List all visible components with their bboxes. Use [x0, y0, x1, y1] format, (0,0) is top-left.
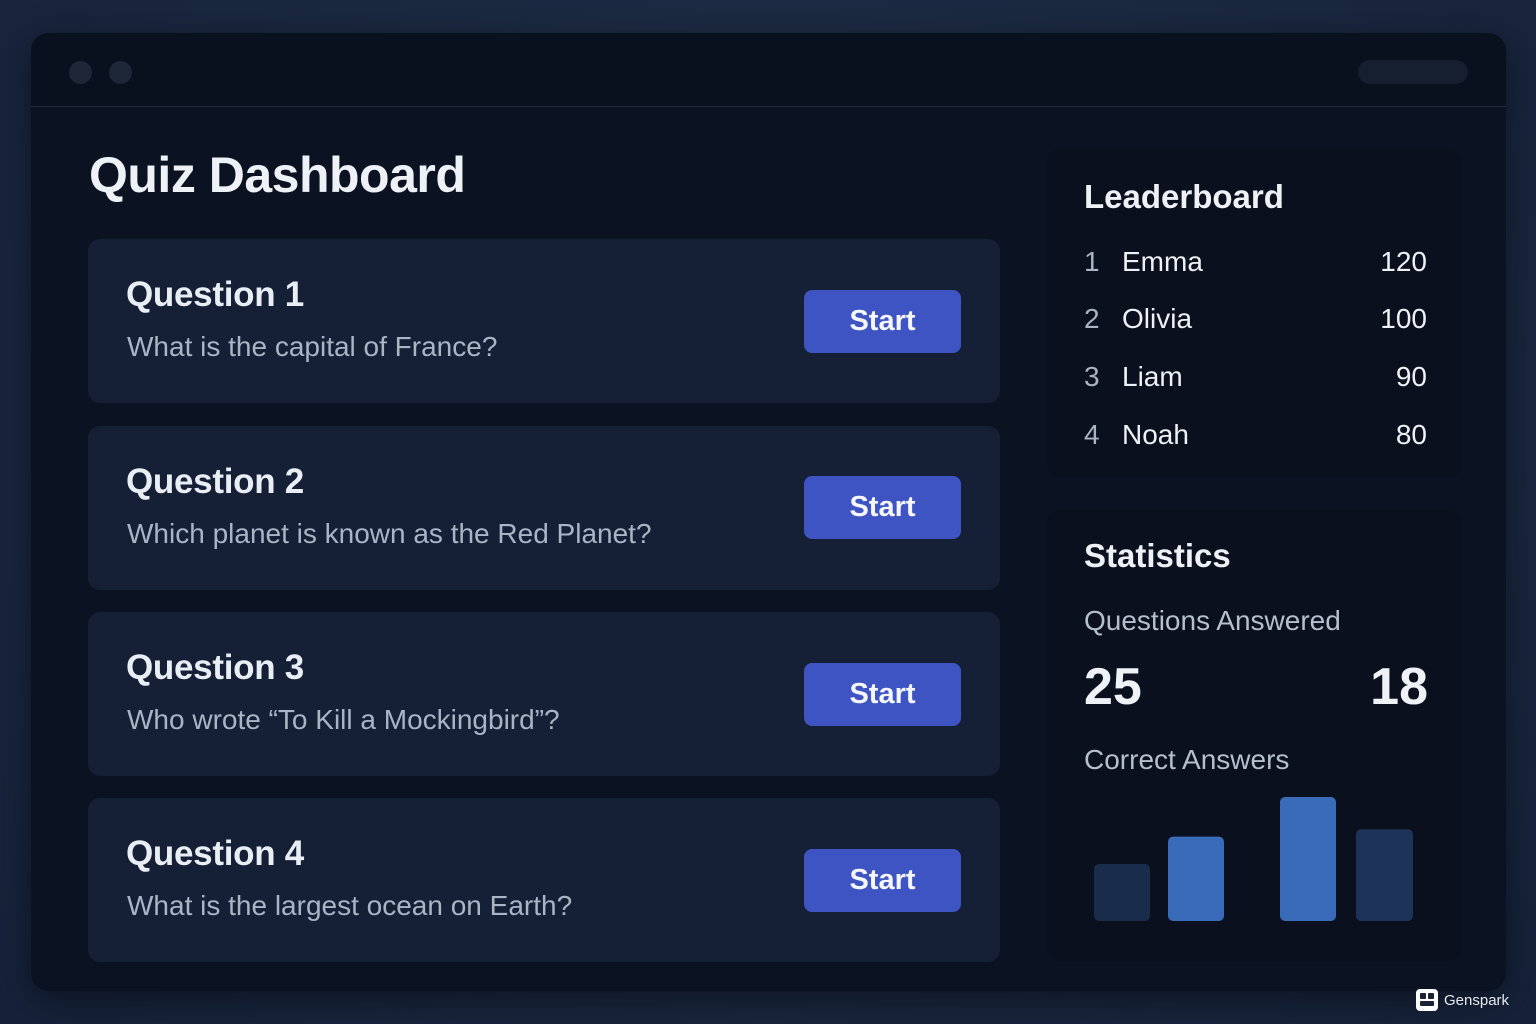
- leaderboard-score: 80: [1395, 419, 1427, 450]
- chart-bar-1: [1094, 863, 1150, 921]
- question-text: What is the largest ocean on Earth?: [127, 890, 573, 921]
- leaderboard-row[interactable]: 3 Liam 90: [1084, 361, 1427, 401]
- leaderboard-row[interactable]: 4 Noah 80: [1084, 419, 1427, 459]
- leaderboard-score: 120: [1380, 246, 1427, 277]
- leaderboard-panel: Leaderboard 1 Emma 120 2 Olivia 100 3 Li…: [1047, 148, 1462, 478]
- start-button-question-4[interactable]: Start: [804, 849, 961, 912]
- chart-bar-4: [1356, 829, 1413, 921]
- genspark-logo-icon: [1416, 989, 1438, 1011]
- question-title: Question 2: [126, 462, 304, 501]
- question-title: Question 1: [126, 275, 304, 314]
- question-text: Which planet is known as the Red Planet?: [127, 518, 652, 549]
- leaderboard-rank: 4: [1084, 419, 1100, 450]
- leaderboard-rank: 1: [1084, 246, 1100, 277]
- leaderboard-name: Emma: [1122, 246, 1203, 277]
- leaderboard-rank: 2: [1084, 303, 1100, 334]
- question-card-2: Question 2 Which planet is known as the …: [88, 426, 1000, 590]
- leaderboard-rank: 3: [1084, 361, 1100, 392]
- window-titlebar: [31, 33, 1506, 107]
- question-card-1: Question 1 What is the capital of France…: [88, 239, 1000, 403]
- start-button-question-1[interactable]: Start: [804, 290, 961, 353]
- statistics-bar-chart: [1094, 797, 1413, 921]
- leaderboard-name: Olivia: [1122, 303, 1193, 334]
- leaderboard-title: Leaderboard: [1084, 178, 1284, 215]
- question-text: What is the capital of France?: [127, 331, 498, 362]
- question-text: Who wrote “To Kill a Mockingbird”?: [127, 704, 560, 735]
- genspark-watermark: Genspark: [1416, 987, 1509, 1013]
- start-button-question-3[interactable]: Start: [804, 663, 961, 726]
- question-card-3: Question 3 Who wrote “To Kill a Mockingb…: [88, 612, 1000, 776]
- page-title: Quiz Dashboard: [89, 147, 466, 203]
- question-title: Question 4: [126, 834, 304, 873]
- question-title: Question 3: [126, 648, 304, 687]
- leaderboard-score: 100: [1380, 303, 1427, 334]
- window-close-dot[interactable]: [69, 61, 92, 84]
- chart-bar-2: [1168, 836, 1224, 921]
- leaderboard-row[interactable]: 2 Olivia 100: [1084, 303, 1427, 343]
- question-card-4: Question 4 What is the largest ocean on …: [88, 798, 1000, 962]
- leaderboard-name: Liam: [1122, 361, 1183, 392]
- app-window: Quiz Dashboard Question 1 What is the ca…: [31, 33, 1506, 991]
- chart-bar-3: [1280, 797, 1336, 921]
- window-minimize-dot[interactable]: [109, 61, 132, 84]
- start-button-question-2[interactable]: Start: [804, 476, 961, 539]
- titlebar-pill: [1358, 60, 1468, 84]
- statistics-panel: Statistics Questions Answered 25 18 Corr…: [1047, 509, 1462, 961]
- leaderboard-row[interactable]: 1 Emma 120: [1084, 246, 1427, 286]
- leaderboard-name: Noah: [1122, 419, 1189, 450]
- leaderboard-score: 90: [1395, 361, 1427, 392]
- watermark-text: Genspark: [1444, 991, 1510, 1009]
